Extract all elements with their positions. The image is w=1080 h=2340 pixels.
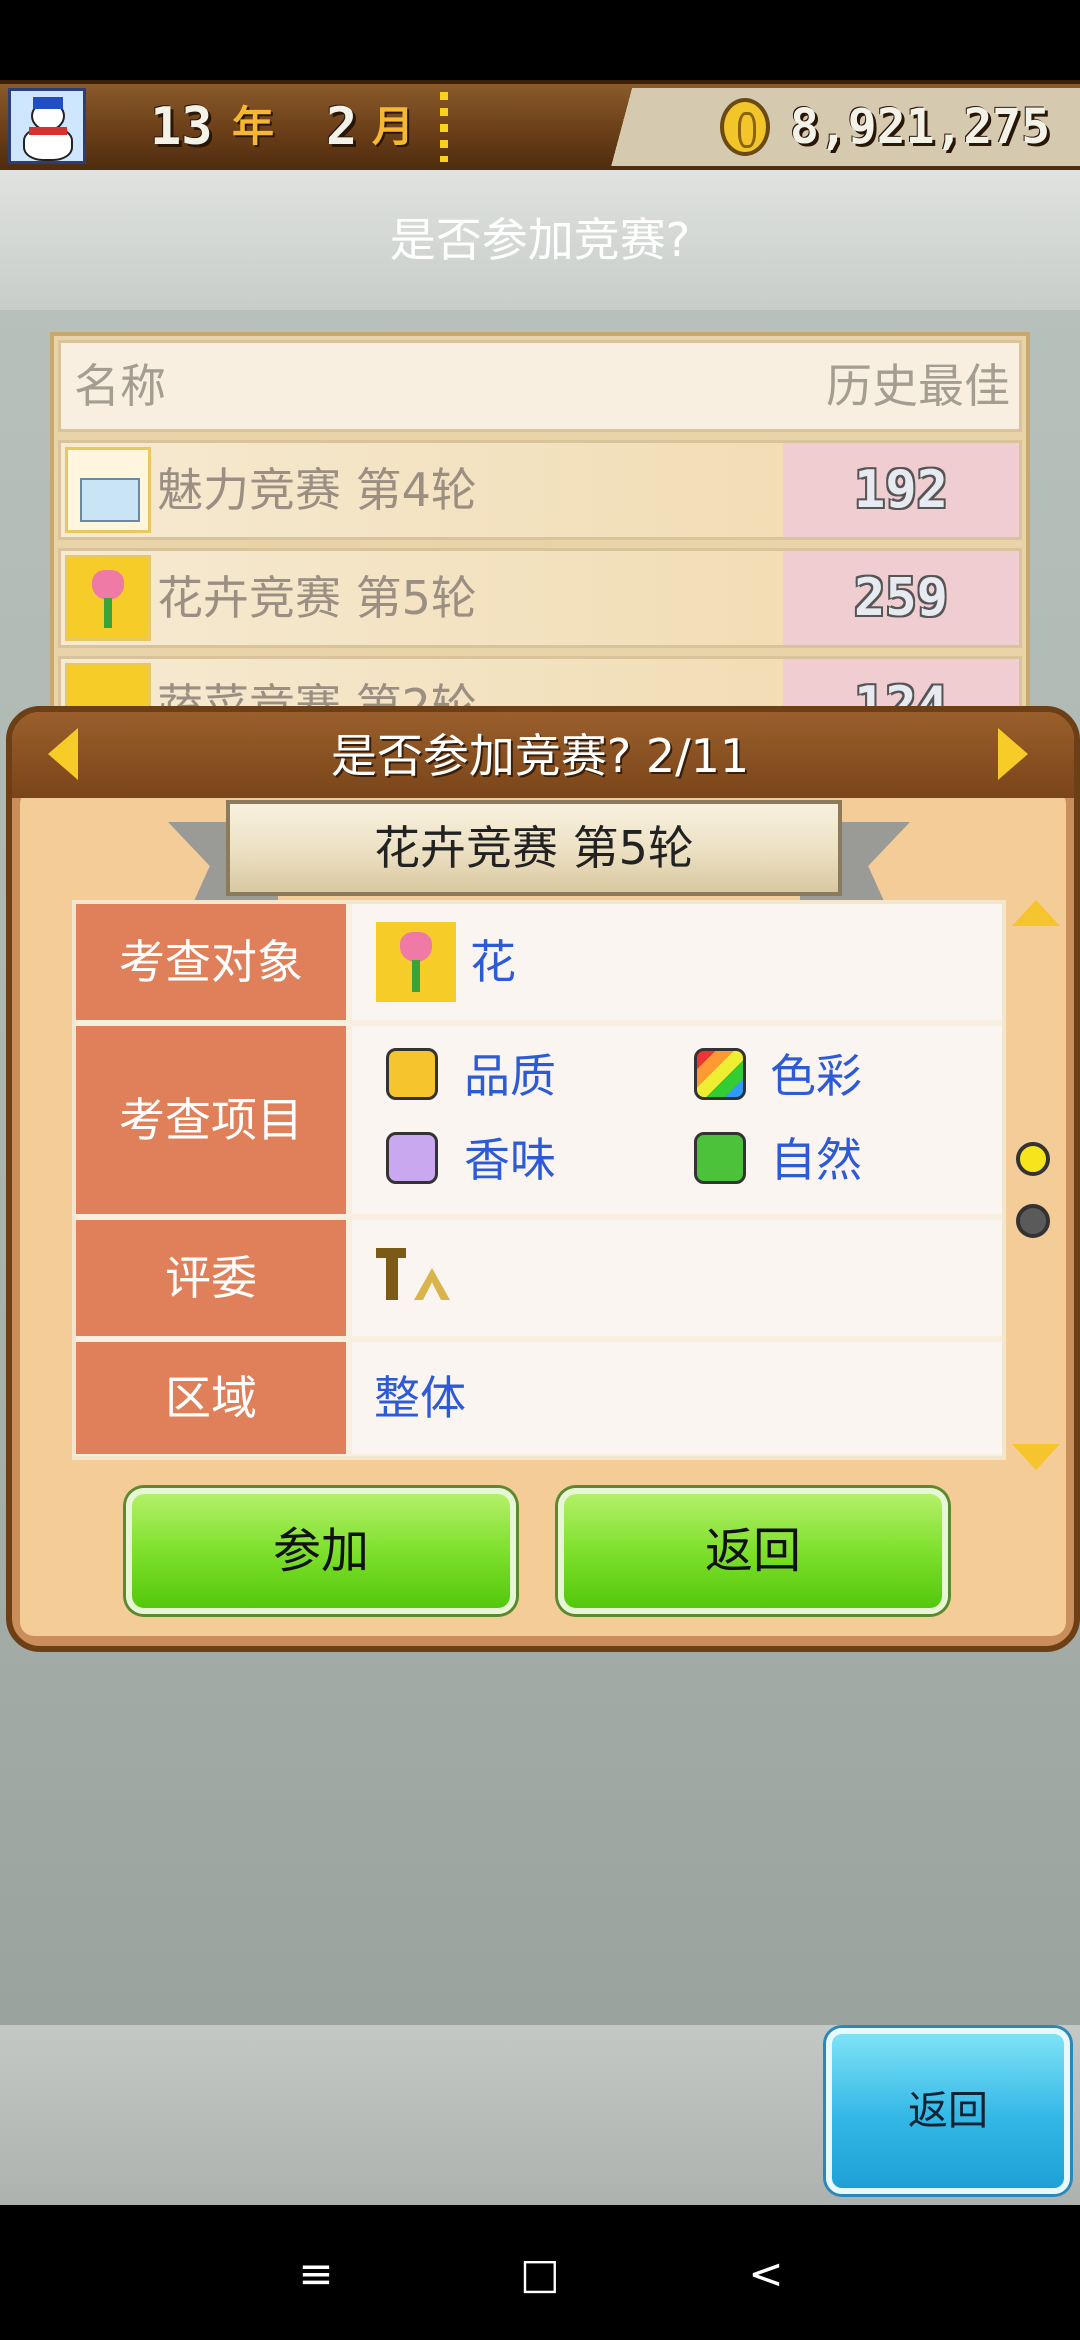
menu-icon[interactable]: ≡ (276, 2208, 356, 2340)
rainbow-icon (694, 1048, 746, 1100)
criteria-color: 色彩 (770, 1049, 862, 1103)
list-item-label: 魅力竞赛 第4轮 (157, 463, 477, 517)
judge-cell (352, 1220, 1002, 1336)
items-cell: 品质 色彩 香味 自然 (352, 1026, 1002, 1214)
items-label: 考查项目 (76, 1026, 346, 1214)
criteria-quality: 品质 (464, 1049, 556, 1103)
screen-title: 是否参加竞赛? (389, 213, 691, 267)
header-name: 名称 (74, 359, 166, 413)
judge-label: 评委 (76, 1220, 346, 1336)
criteria-scent: 香味 (464, 1133, 556, 1187)
page-dot (1016, 1204, 1050, 1238)
list-item[interactable]: 魅力竞赛 第4轮 192 (58, 440, 1022, 540)
snowman-avatar-icon[interactable] (8, 88, 86, 164)
dialog-return-button[interactable]: 返回 (558, 1488, 948, 1614)
year-unit: 年 (232, 102, 275, 151)
previous-arrow-icon[interactable] (48, 728, 78, 780)
return-button[interactable]: 返回 (826, 2028, 1070, 2194)
month-unit: 月 (372, 102, 415, 151)
tulip-icon (376, 922, 456, 1002)
dialog-title: 是否参加竞赛? 2/11 (330, 729, 750, 783)
leaf-icon (694, 1132, 746, 1184)
home-icon[interactable]: □ (500, 2208, 580, 2340)
dotted-separator (440, 92, 448, 162)
factory-icon (65, 447, 151, 533)
coin-icon (720, 98, 770, 156)
criteria-nature: 自然 (770, 1133, 862, 1187)
join-button[interactable]: 参加 (126, 1488, 516, 1614)
target-value: 花 (470, 935, 516, 989)
scroll-up-arrow-icon[interactable] (1012, 900, 1060, 926)
money-amount: 8,921,275 (790, 99, 1051, 155)
list-item-score: 259 (854, 568, 948, 628)
back-icon[interactable]: < (726, 2208, 806, 2340)
list-item-label: 花卉竞赛 第5轮 (157, 571, 477, 625)
header-best: 历史最佳 (826, 359, 1010, 413)
year-value: 13 (150, 97, 213, 157)
target-label: 考查对象 (76, 904, 346, 1020)
area-value: 整体 (374, 1371, 466, 1425)
target-cell: 花 (352, 904, 1002, 1020)
list-item-score: 192 (854, 460, 948, 520)
scroll-down-arrow-icon[interactable] (1012, 1444, 1060, 1470)
area-label: 区域 (76, 1342, 346, 1454)
judge-rank-icon (376, 1248, 460, 1306)
month-value: 2 (326, 97, 358, 157)
page-dot-active (1016, 1142, 1050, 1176)
contest-banner: 花卉竞赛 第5轮 (226, 800, 842, 896)
tulip-icon (65, 555, 151, 641)
fragrance-icon (386, 1132, 438, 1184)
smile-face-icon (386, 1048, 438, 1100)
top-status-bar: 13 年 2 月 8,921,275 (0, 80, 1080, 174)
next-arrow-icon[interactable] (998, 728, 1028, 780)
list-item[interactable]: 花卉竞赛 第5轮 259 (58, 548, 1022, 648)
area-cell: 整体 (352, 1342, 1002, 1454)
